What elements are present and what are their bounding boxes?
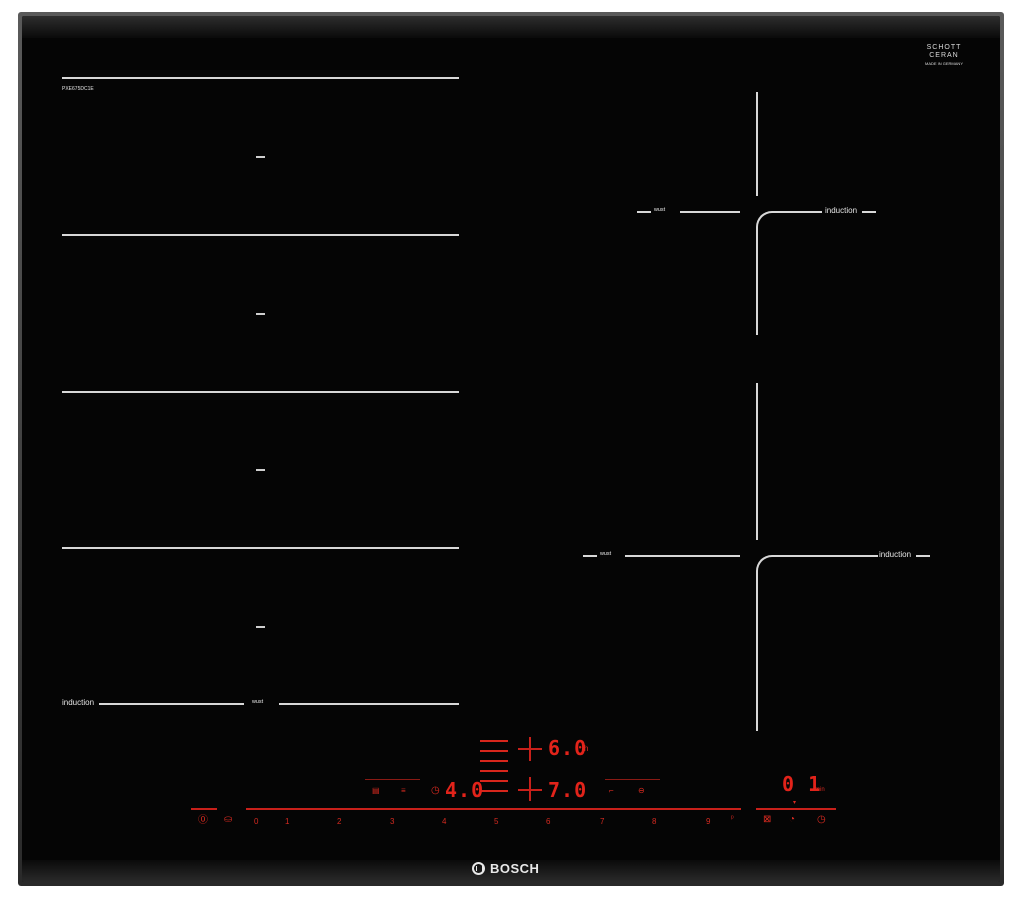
bosch-emblem-icon xyxy=(472,862,485,875)
zone-1-marker[interactable] xyxy=(256,156,265,158)
left-zone-divider-1 xyxy=(62,77,459,79)
left-bottom-line-b xyxy=(279,703,459,705)
right-upper-left-stub xyxy=(637,211,651,213)
right-lower-curve xyxy=(756,555,878,731)
brand-name: BOSCH xyxy=(490,861,540,876)
cooktop-glass xyxy=(22,16,1000,882)
induction-label-left: induction xyxy=(62,698,95,707)
zone-3-marker[interactable] xyxy=(256,469,265,471)
pan-icon[interactable]: ⌐ xyxy=(609,787,614,795)
power-scale-slider[interactable]: 0 1 2 3 4 5 6 7 8 9 xyxy=(254,816,744,830)
induction-label-right-upper: induction xyxy=(825,206,858,215)
power-bars-icon xyxy=(480,740,508,800)
clock-icon[interactable]: ◔ xyxy=(789,815,795,825)
bosch-logo: BOSCH xyxy=(472,861,539,876)
left-group-underline xyxy=(365,779,420,780)
scale-5[interactable]: 5 xyxy=(494,817,498,826)
stopwatch-icon[interactable]: ◷ xyxy=(817,815,826,825)
boost-icon[interactable]: ᵖ xyxy=(731,815,734,822)
induction-label-right-lower: induction xyxy=(879,550,912,559)
timer-unit: min xyxy=(815,787,825,793)
zone-4-marker[interactable] xyxy=(256,626,265,628)
right-group-underline xyxy=(605,779,660,780)
flex-label-right-upper: ʷᵘˢᵗ xyxy=(654,206,666,215)
scale-9[interactable]: 9 xyxy=(706,817,710,826)
right-lower-left-line xyxy=(625,555,740,557)
scale-0[interactable]: 0 xyxy=(254,817,258,826)
model-code: PXE675DC1E xyxy=(62,86,94,92)
timer-icon[interactable]: ◷ xyxy=(431,786,440,796)
child-lock-icon[interactable]: ⛀ xyxy=(224,815,232,825)
left-zone-divider-4 xyxy=(62,547,459,549)
left-zone-divider-2 xyxy=(62,234,459,236)
flex-label-right-lower: ʷᵘˢᵗ xyxy=(600,550,612,559)
right-upper-vertical-top xyxy=(756,92,758,196)
sensor-icon[interactable]: ⊖ xyxy=(638,787,645,795)
zone-2-marker[interactable] xyxy=(256,313,265,315)
right-lower-left-stub xyxy=(583,555,597,557)
plus-v-upper xyxy=(529,737,531,761)
power-strip-line xyxy=(191,808,217,810)
right-lower-right-stub xyxy=(916,555,930,557)
plus-v-lower xyxy=(529,777,531,801)
right-upper-left-line xyxy=(680,211,740,213)
flex-mode-icon[interactable]: ▤ xyxy=(372,787,380,795)
upper-level-display: 6.0 xyxy=(548,736,588,760)
scale-7[interactable]: 7 xyxy=(600,817,604,826)
scale-3[interactable]: 3 xyxy=(390,817,394,826)
left-level-display: 4.0 xyxy=(445,778,485,802)
left-zone-divider-3 xyxy=(62,391,459,393)
slider-strip-line[interactable] xyxy=(246,808,741,810)
scale-2[interactable]: 2 xyxy=(337,817,341,826)
timer-indicator-icon: ▾ xyxy=(793,800,797,806)
upper-unit: h xyxy=(584,744,589,753)
scale-8[interactable]: 8 xyxy=(652,817,656,826)
menu-icon[interactable]: ≡ xyxy=(401,787,406,795)
scale-4[interactable]: 4 xyxy=(442,817,446,826)
left-bottom-line-a xyxy=(99,703,244,705)
right-upper-curve xyxy=(756,211,822,335)
timer-strip-line xyxy=(756,808,836,810)
schott-ceran-logo: SCHOTT CERAN MADE IN GERMANY xyxy=(924,44,963,66)
scale-6[interactable]: 6 xyxy=(546,817,550,826)
power-button-icon[interactable]: ⓪ xyxy=(198,816,208,826)
right-upper-right-stub xyxy=(862,211,876,213)
settings-icon[interactable]: ⊠ xyxy=(763,815,771,825)
flex-label-left: ʷᵘˢᵗ xyxy=(252,698,264,707)
right-lower-vertical-top xyxy=(756,383,758,540)
center-level-display: 7.0 xyxy=(548,778,588,802)
scale-1[interactable]: 1 xyxy=(285,817,289,826)
